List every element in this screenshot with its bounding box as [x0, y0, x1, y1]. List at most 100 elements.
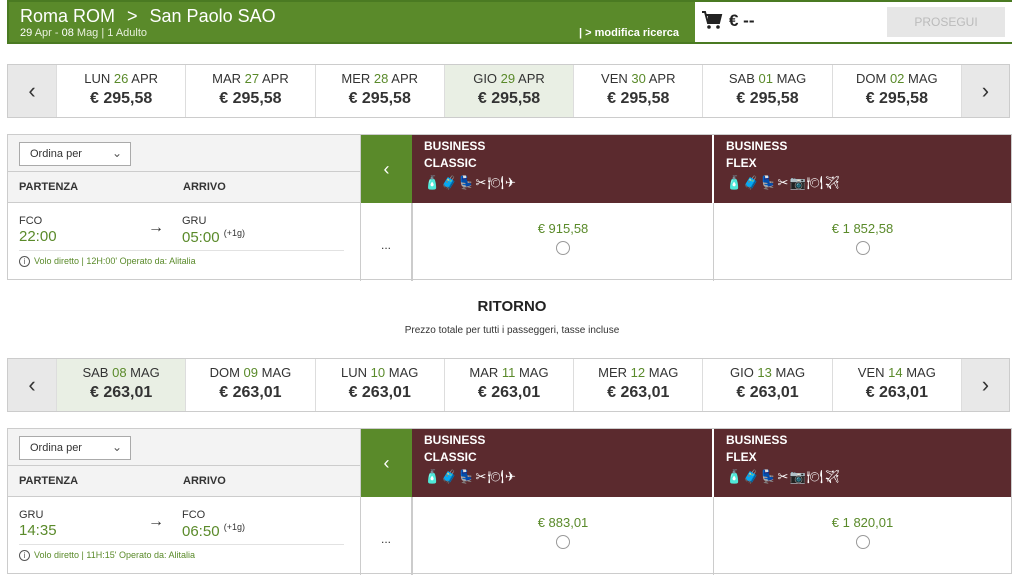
date-tab-selected[interactable]: GIO 29 APR € 295,58: [443, 65, 574, 117]
date-tab-dow: MER: [341, 71, 374, 86]
date-tab-month: MAG: [772, 71, 807, 86]
sort-select[interactable]: Ordina per ⌄: [19, 142, 131, 166]
fare-cell-business-flex[interactable]: € 1 820,01: [713, 497, 1011, 575]
date-tab-price: € 263,01: [219, 384, 282, 401]
date-tab[interactable]: MAR 11 MAG € 263,01: [443, 359, 573, 411]
return-flight-table: Ordina per ⌄ PARTENZA ARRIVO GRU 14:35 → …: [7, 428, 1012, 575]
fare-title: BUSINESS: [726, 433, 788, 447]
more-options[interactable]: ...: [360, 497, 412, 575]
date-tab-dow: LUN: [341, 365, 371, 380]
arrow-right-icon: →: [148, 513, 164, 530]
fare-price: € 915,58: [537, 221, 589, 236]
arrow-right-icon: →: [148, 219, 164, 236]
modify-search-link[interactable]: | > modifica ricerca: [579, 27, 679, 39]
date-tab-price: € 263,01: [865, 384, 928, 401]
fare-amenities-icon: 🧴🧳💺✂🍽✈: [424, 175, 517, 190]
date-tab-price: € 263,01: [736, 384, 799, 401]
date-tab-day: 13: [757, 365, 772, 380]
date-tab-month: APR: [645, 71, 676, 86]
date-tab[interactable]: DOM 09 MAG € 263,01: [185, 359, 314, 411]
collapse-fares-button[interactable]: ‹: [360, 429, 412, 497]
fare-cell-business-classic[interactable]: € 915,58: [412, 203, 713, 281]
departure-time: 14:35: [19, 522, 57, 539]
fare-amenities-icon: 🧴🧳💺✂🍽✈: [424, 469, 517, 484]
origin-city: Roma ROM: [20, 6, 116, 26]
arrival-header: ARRIVO: [183, 475, 226, 487]
day-offset: (+1g): [223, 522, 245, 532]
chevron-down-icon: ⌄: [111, 440, 122, 454]
next-dates-button[interactable]: ›: [960, 359, 1009, 411]
collapse-fares-button[interactable]: ‹: [360, 135, 412, 203]
cart-box: € -- PROSEGUI: [695, 2, 1012, 42]
date-tab-selected[interactable]: SAB 08 MAG € 263,01: [56, 359, 186, 411]
fare-radio[interactable]: [855, 535, 870, 549]
date-tab-day: 02: [889, 71, 905, 86]
sort-select-label: Ordina per: [30, 442, 82, 454]
date-tab-dow: DOM: [856, 71, 890, 86]
date-tab-day: 14: [888, 365, 903, 380]
fare-header-business-classic: BUSINESS CLASSIC 🧴🧳💺✂🍽✈: [412, 135, 712, 203]
flight-details-text: Volo diretto | 11H:15' Operato da: Alita…: [34, 550, 195, 560]
flight-details[interactable]: i Volo diretto | 11H:15' Operato da: Alit…: [19, 550, 195, 562]
date-out: 29: [20, 27, 33, 39]
date-tab-price: € 295,58: [865, 90, 928, 107]
flight-info-column: Ordina per ⌄ PARTENZA ARRIVO GRU 14:35 → …: [8, 429, 360, 573]
flight-details-text: Volo diretto | 12H:00' Operato da: Alita…: [34, 256, 196, 266]
chevron-left-icon: ‹: [383, 158, 390, 179]
more-options[interactable]: ...: [360, 203, 412, 281]
arrival-time: 05:00: [182, 229, 220, 246]
sort-select-label: Ordina per: [30, 148, 82, 160]
prev-dates-button[interactable]: ‹: [8, 65, 56, 117]
date-tab-day: 12: [630, 365, 646, 380]
fare-cell-business-classic[interactable]: € 883,01: [412, 497, 713, 575]
fare-amenities-icon: 🧴🧳💺✂📷🍽✈: [726, 175, 842, 190]
date-tab[interactable]: GIO 13 MAG € 263,01: [702, 359, 831, 411]
date-tab[interactable]: VEN 30 APR € 295,58: [573, 65, 702, 117]
date-back: 08: [61, 27, 74, 39]
date-tab-month: MAG: [258, 365, 292, 380]
info-icon: i: [19, 256, 30, 268]
fare-subtitle: FLEX: [726, 450, 757, 464]
fare-amenities-icon: 🧴🧳💺✂📷🍽✈: [726, 469, 842, 484]
date-tab-day: 26: [113, 71, 129, 86]
date-tab-month: MAG: [904, 71, 938, 86]
fare-radio[interactable]: [556, 535, 570, 549]
fare-radio[interactable]: [855, 241, 870, 255]
fare-cell-business-flex[interactable]: € 1 852,58: [713, 203, 1011, 281]
flight-details[interactable]: i Volo diretto | 12H:00' Operato da: Alit…: [19, 256, 196, 268]
chevron-left-icon: ‹: [28, 78, 36, 103]
outbound-flight-table: Ordina per ⌄ PARTENZA ARRIVO FCO 22:00 → …: [7, 134, 1012, 281]
chevron-right-icon: ›: [981, 78, 990, 103]
date-tab-month: MAG: [385, 365, 419, 380]
fare-price: € 1 852,58: [831, 221, 894, 236]
date-tab[interactable]: SAB 01 MAG € 295,58: [702, 65, 831, 117]
fare-header-business-classic: BUSINESS CLASSIC 🧴🧳💺✂🍽✈: [412, 429, 712, 497]
date-tab[interactable]: MER 28 APR € 295,58: [314, 65, 444, 117]
fare-title: BUSINESS: [726, 139, 788, 153]
date-tab-dow: MAR: [212, 71, 245, 86]
sort-select[interactable]: Ordina per ⌄: [19, 436, 131, 460]
date-tab[interactable]: LUN 10 MAG € 263,01: [314, 359, 444, 411]
date-tab[interactable]: VEN 14 MAG € 263,01: [831, 359, 961, 411]
date-tab[interactable]: LUN 26 APR € 295,58: [56, 65, 185, 117]
continue-button[interactable]: PROSEGUI: [887, 7, 1005, 37]
return-title: RITORNO: [477, 298, 547, 315]
arrival-time-wrap: 06:50 (+1g): [182, 522, 245, 540]
date-tab-dow: GIO: [729, 365, 758, 380]
chevron-down-icon: ⌄: [111, 146, 122, 160]
date-tab-price: € 295,58: [607, 90, 670, 107]
arrival-airport: FCO: [182, 509, 206, 521]
date-tab-month: MAG: [515, 365, 549, 380]
divider: [8, 465, 360, 466]
date-tab[interactable]: MAR 27 APR € 295,58: [185, 65, 314, 117]
departure-header: PARTENZA: [19, 475, 79, 487]
date-tab-price: € 263,01: [348, 384, 411, 401]
prev-dates-button[interactable]: ‹: [8, 359, 56, 411]
date-tab[interactable]: MER 12 MAG € 263,01: [573, 359, 702, 411]
date-tab-dow: SAB: [82, 365, 113, 380]
date-tab-day: 01: [758, 71, 773, 86]
fare-radio[interactable]: [556, 241, 570, 255]
cart-total: € --: [729, 11, 755, 30]
next-dates-button[interactable]: ›: [960, 65, 1009, 117]
date-tab[interactable]: DOM 02 MAG € 295,58: [831, 65, 961, 117]
